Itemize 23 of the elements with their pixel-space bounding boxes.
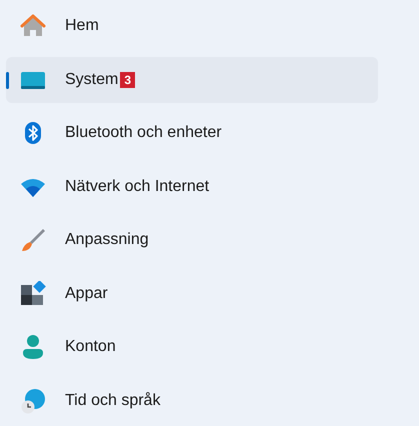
paintbrush-icon <box>20 227 46 253</box>
apps-icon <box>20 280 46 306</box>
selection-indicator <box>6 72 9 88</box>
nav-label: Tid och språk <box>65 392 160 410</box>
nav-label: Appar <box>65 284 108 302</box>
nav-label: System <box>65 70 118 88</box>
nav-item[interactable]: Tid och språk <box>6 378 378 424</box>
nav-label: Hem <box>65 17 99 35</box>
nav-item[interactable]: Bluetooth och enheter <box>6 110 378 156</box>
home-icon <box>20 13 46 39</box>
nav-label: Anpassning <box>65 231 149 249</box>
nav-item[interactable]: Nätverk och Internet <box>6 164 378 210</box>
nav-label: Bluetooth och enheter <box>65 124 222 142</box>
nav-item[interactable]: System 3 <box>6 56 378 102</box>
notification-badge: 3 <box>120 72 136 88</box>
nav-label: Konton <box>65 338 116 356</box>
nav-item[interactable]: Konton <box>6 324 378 370</box>
nav-item[interactable]: Appar <box>6 270 378 316</box>
nav-label: Nätverk och Internet <box>65 178 210 196</box>
globe-clock-icon <box>20 388 46 414</box>
nav-item[interactable]: Anpassning <box>6 217 378 263</box>
person-icon <box>20 334 46 360</box>
nav-item[interactable]: Hem <box>6 3 378 49</box>
